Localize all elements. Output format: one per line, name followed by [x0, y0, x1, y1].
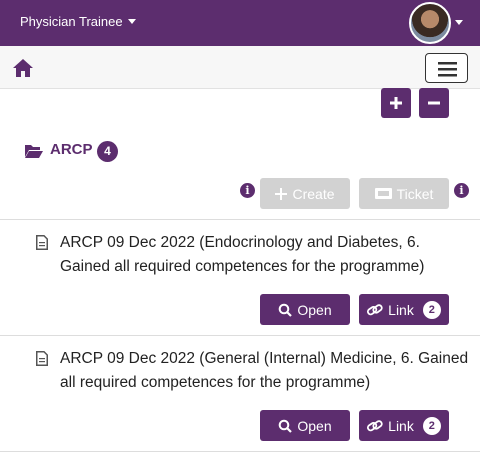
- link-label: Link: [388, 301, 414, 318]
- count-badge: 4: [97, 141, 118, 162]
- divider: [0, 451, 480, 452]
- section-title[interactable]: ARCP: [50, 141, 93, 158]
- divider: [0, 335, 480, 336]
- list-item: ARCP 09 Dec 2022 (General (Internal) Med…: [60, 350, 469, 391]
- link-button[interactable]: Link 2: [359, 410, 449, 441]
- create-label: Create: [292, 185, 335, 202]
- document-icon: [36, 351, 48, 366]
- home-icon[interactable]: [12, 58, 34, 78]
- plus-icon: [390, 97, 402, 109]
- search-icon: [279, 419, 293, 433]
- collapse-all-button[interactable]: [419, 88, 449, 118]
- avatar[interactable]: [409, 2, 451, 44]
- expand-all-button[interactable]: [381, 88, 411, 118]
- link-button[interactable]: Link 2: [359, 294, 449, 325]
- ticket-label: Ticket: [396, 185, 434, 202]
- role-dropdown[interactable]: Physician Trainee: [20, 14, 136, 29]
- role-label: Physician Trainee: [20, 14, 123, 29]
- search-icon: [279, 303, 293, 317]
- folder-open-icon: [25, 145, 43, 158]
- create-button[interactable]: Create: [260, 178, 350, 209]
- link-icon: [367, 303, 383, 315]
- hamburger-icon: [438, 62, 457, 77]
- link-count-badge: 2: [422, 300, 441, 319]
- ticket-button[interactable]: Ticket: [359, 178, 449, 209]
- open-button[interactable]: Open: [260, 410, 350, 441]
- link-label: Link: [388, 417, 414, 434]
- minus-icon: [428, 101, 440, 105]
- top-bar: Physician Trainee: [0, 0, 480, 46]
- open-label: Open: [297, 301, 332, 318]
- open-label: Open: [297, 417, 332, 434]
- link-icon: [367, 419, 383, 431]
- chevron-down-icon: [127, 19, 136, 24]
- document-icon: [36, 235, 48, 250]
- ticket-icon: [374, 188, 392, 199]
- nav-bar: [0, 46, 480, 89]
- plus-icon: [275, 187, 288, 200]
- open-button[interactable]: Open: [260, 294, 350, 325]
- chevron-down-icon[interactable]: [455, 20, 463, 25]
- list-item: ARCP 09 Dec 2022 (Endocrinology and Diab…: [60, 234, 425, 275]
- info-icon[interactable]: i: [240, 183, 255, 198]
- link-count-badge: 2: [422, 416, 441, 435]
- info-icon[interactable]: i: [454, 183, 469, 198]
- menu-toggle-button[interactable]: [425, 53, 468, 83]
- divider: [0, 219, 480, 220]
